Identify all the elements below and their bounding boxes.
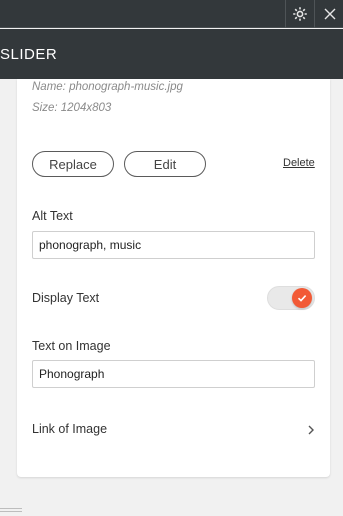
delete-link[interactable]: Delete [283,157,315,169]
panel-header: SLIDER [0,29,343,79]
text-on-image-input[interactable]: Phonograph [32,360,315,388]
image-name: Name: phonograph-music.jpg [32,81,183,93]
alt-text-input[interactable]: phonograph, music [32,231,315,259]
toolbar-divider [285,0,286,28]
slide-settings-panel: Name: phonograph-music.jpg Size: 1204x80… [17,79,330,477]
replace-button[interactable]: Replace [32,151,114,177]
link-of-image-label: Link of Image [32,422,108,436]
edit-button[interactable]: Edit [124,151,206,177]
text-on-image-label: Text on Image [32,339,111,353]
resize-handle[interactable] [0,508,22,514]
chevron-right-icon [307,422,315,440]
gear-icon[interactable] [289,3,311,25]
panel-title: SLIDER [0,46,58,63]
image-size: Size: 1204x803 [32,102,112,114]
toolbar-divider [314,0,315,28]
top-toolbar [0,0,343,28]
close-icon[interactable] [319,3,341,25]
link-of-image-row[interactable]: Link of Image [17,414,330,444]
display-text-label: Display Text [32,291,100,305]
alt-text-label: Alt Text [32,209,73,223]
toggle-knob [292,288,312,308]
checkmark-icon [297,295,307,302]
display-text-toggle[interactable] [267,286,315,310]
